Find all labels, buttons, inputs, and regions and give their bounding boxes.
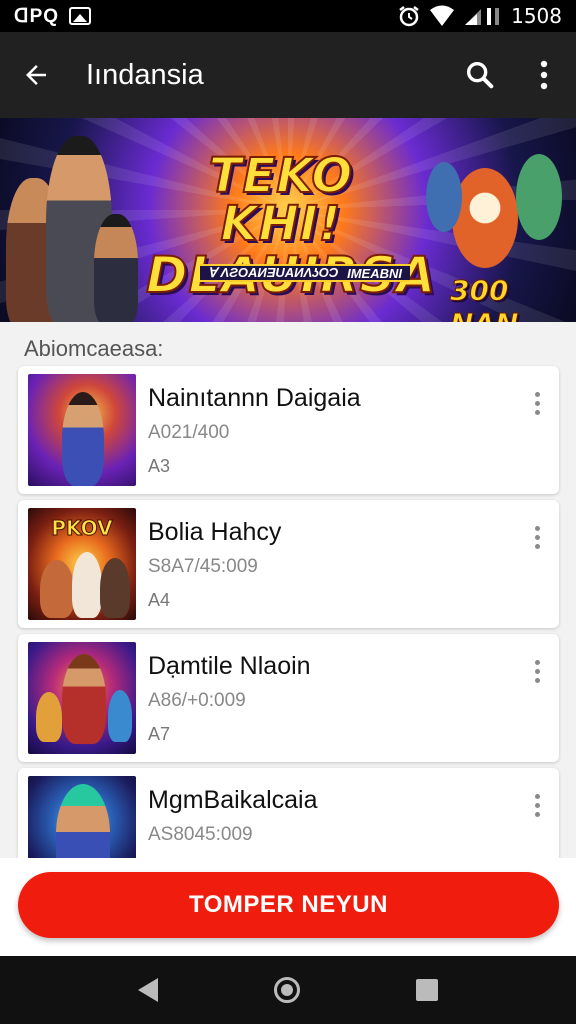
thumbnail-character bbox=[40, 560, 74, 618]
more-dot-icon bbox=[534, 793, 540, 799]
alarm-icon bbox=[399, 6, 419, 27]
system-nav-bar bbox=[0, 956, 576, 1024]
item-meta: A021/400 bbox=[148, 422, 230, 443]
more-dot-icon bbox=[534, 659, 540, 665]
more-dot-icon bbox=[534, 525, 540, 531]
wifi-icon bbox=[430, 5, 455, 26]
overflow-menu-button[interactable] bbox=[512, 32, 576, 118]
more-dot-icon bbox=[534, 677, 540, 683]
search-icon bbox=[466, 61, 494, 89]
item-rank: A3 bbox=[148, 456, 171, 476]
bottom-action-area: TOMPER NEYUN bbox=[0, 858, 576, 956]
item-thumbnail bbox=[28, 642, 136, 754]
banner-mascot-right bbox=[516, 154, 562, 240]
thumbnail-character bbox=[62, 392, 104, 486]
status-bar: ᗡPQ 1508 bbox=[0, 0, 576, 32]
thumbnail-character bbox=[62, 654, 106, 744]
item-more-button[interactable] bbox=[525, 522, 549, 552]
banner-mascot-left bbox=[426, 162, 462, 232]
app-screen: ᗡPQ 1508 Iındansia TEKO KHI! Ɐ ɅƧOAИƎUAИ… bbox=[0, 0, 576, 1024]
image-notification-icon bbox=[69, 7, 92, 25]
more-dot-icon bbox=[534, 802, 540, 808]
item-rank: A7 bbox=[148, 724, 171, 744]
banner-subline: Ɐ ɅƧOAИƎUAИɅʖOƆ IMEABNI bbox=[200, 264, 410, 282]
list-item[interactable]: Nainıtannn Daigaia A021/400 A3 bbox=[18, 366, 559, 494]
thumbnail-character bbox=[72, 552, 102, 618]
more-dot-icon bbox=[534, 811, 540, 817]
item-name: Dạmtile Nlaoin bbox=[148, 652, 311, 680]
banner-character-second bbox=[94, 214, 138, 322]
thumbnail-character bbox=[100, 558, 130, 618]
more-dot-icon bbox=[534, 400, 540, 406]
more-dot-icon bbox=[534, 543, 540, 549]
item-name: Nainıtannn Daigaia bbox=[148, 384, 361, 412]
more-dot-icon bbox=[534, 534, 540, 540]
item-thumbnail: PKOV bbox=[28, 508, 136, 620]
page-title: Iındansia bbox=[86, 58, 204, 91]
item-more-button[interactable] bbox=[525, 388, 549, 418]
primary-action-button[interactable]: TOMPER NEYUN bbox=[18, 872, 559, 938]
search-button[interactable] bbox=[448, 32, 512, 118]
item-more-button[interactable] bbox=[525, 790, 549, 820]
item-name: Bolia Hahcy bbox=[148, 518, 282, 546]
banner-subline-left: Ɐ ɅƧOAИƎUAИɅʖOƆ bbox=[208, 265, 339, 280]
item-meta: S8A7/45:009 bbox=[148, 556, 258, 577]
item-thumbnail bbox=[28, 374, 136, 486]
section-title: Abiomcaeasa: bbox=[24, 336, 164, 361]
arrow-back-icon bbox=[26, 65, 46, 85]
thumbnail-character bbox=[36, 692, 62, 742]
status-time: 1508 bbox=[511, 4, 562, 28]
item-meta: A86/+0:009 bbox=[148, 690, 246, 711]
item-meta: AS8045:009 bbox=[148, 824, 253, 845]
more-dot-icon bbox=[534, 391, 540, 397]
thumbnail-character bbox=[108, 690, 132, 742]
game-list: Nainıtannn Daigaia A021/400 A3 PKOV Boli… bbox=[18, 366, 559, 902]
item-name: MgmBaikalcaia bbox=[148, 786, 318, 814]
nav-back-icon[interactable] bbox=[138, 978, 158, 1002]
banner-mascot-fox bbox=[452, 168, 518, 268]
banner-count: 300 NAN bbox=[450, 274, 520, 323]
banner-subline-right: IMEABNI bbox=[347, 265, 402, 281]
list-item[interactable]: PKOV Bolia Hahcy S8A7/45:009 A4 bbox=[18, 500, 559, 628]
status-notification-text: ᗡPQ bbox=[14, 5, 60, 27]
thumbnail-caption: PKOV bbox=[51, 516, 113, 541]
more-vert-icon bbox=[540, 60, 548, 90]
promo-banner[interactable]: TEKO KHI! DLAUIRSA Ɐ ɅƧOAИƎUAИɅʖOƆ IMEAB… bbox=[0, 118, 576, 322]
nav-recents-icon[interactable] bbox=[416, 979, 438, 1001]
item-more-button[interactable] bbox=[525, 656, 549, 686]
list-item[interactable]: Dạmtile Nlaoin A86/+0:009 A7 bbox=[18, 634, 559, 762]
more-dot-icon bbox=[534, 409, 540, 415]
nav-home-icon[interactable] bbox=[274, 977, 300, 1003]
banner-headline-line1: TEKO KHI! bbox=[208, 148, 354, 252]
back-button[interactable] bbox=[0, 32, 72, 118]
signal-icon bbox=[465, 8, 500, 25]
more-dot-icon bbox=[534, 668, 540, 674]
app-bar: Iındansia bbox=[0, 32, 576, 118]
item-rank: A4 bbox=[148, 590, 171, 610]
